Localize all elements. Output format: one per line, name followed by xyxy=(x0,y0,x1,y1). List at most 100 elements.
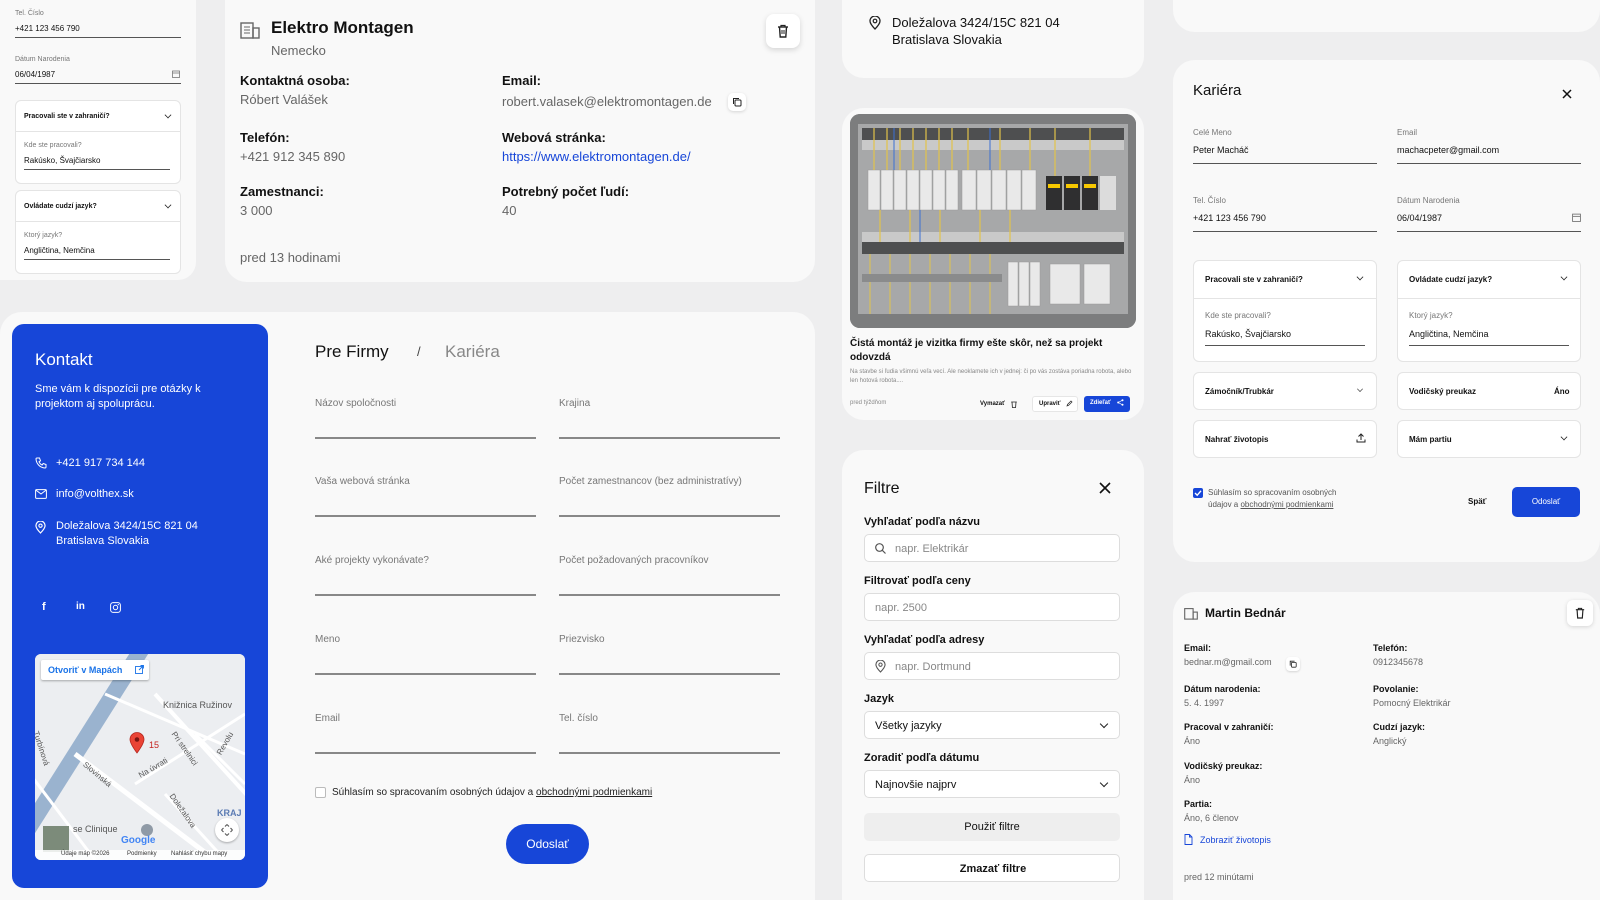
abroad-where-field[interactable]: Rakúsko, Švajčiarsko xyxy=(24,156,100,165)
trash-icon xyxy=(1575,607,1585,619)
delete-article-button[interactable]: Vymazať xyxy=(976,396,1022,412)
contact-value: Róbert Valášek xyxy=(240,92,328,107)
country-input[interactable] xyxy=(559,437,780,439)
article-title[interactable]: Čistá montáž je vizitka firmy ešte skôr,… xyxy=(850,337,1136,365)
address-filter-input[interactable]: napr. Dortmund xyxy=(864,652,1120,680)
phone-input[interactable] xyxy=(559,752,780,754)
license-toggle[interactable]: Vodičský preukaz Áno xyxy=(1397,372,1581,410)
contact-email[interactable]: info@volthex.sk xyxy=(56,488,134,500)
instagram-icon[interactable] xyxy=(110,602,121,613)
back-button[interactable]: Späť xyxy=(1468,497,1487,506)
view-cv-link[interactable]: Zobraziť životopis xyxy=(1200,835,1271,845)
linkedin-icon[interactable]: in xyxy=(76,601,85,612)
map[interactable]: Otvoriť v Mapách Knižnica Ružinov Turbín… xyxy=(35,654,245,860)
location-pin-icon xyxy=(869,16,881,30)
projects-input[interactable] xyxy=(315,594,536,596)
copy-icon xyxy=(1289,660,1297,668)
calendar-icon[interactable] xyxy=(1572,213,1581,222)
pencil-icon xyxy=(1066,400,1073,407)
team-select[interactable]: Mám partiu xyxy=(1397,420,1581,458)
terms-link[interactable]: obchodnými podmienkami xyxy=(536,787,652,798)
web-link[interactable]: https://www.elektromontagen.de/ xyxy=(502,149,691,164)
calendar-icon[interactable] xyxy=(172,70,180,78)
phone-field[interactable]: +421 123 456 790 xyxy=(15,24,80,33)
abroad-where-field[interactable]: Rakúsko, Švajčiarsko xyxy=(1205,329,1291,339)
fullscreen-button[interactable] xyxy=(215,818,239,842)
abroad-question[interactable]: Pracovali ste v zahraničí? xyxy=(1205,275,1303,284)
price-filter-label: Filtrovať podľa ceny xyxy=(864,575,971,587)
employees-count-input[interactable] xyxy=(559,515,780,517)
lang-question[interactable]: Ovládate cudzí jazyk? xyxy=(24,203,97,210)
open-in-maps-button[interactable]: Otvoriť v Mapách xyxy=(41,660,149,680)
website-input[interactable] xyxy=(315,515,536,517)
price-filter-input[interactable]: napr. 2500 xyxy=(864,593,1120,621)
workers-needed-input[interactable] xyxy=(559,594,780,596)
map-footer-terms[interactable]: Podmienky xyxy=(127,851,157,857)
apply-filters-button[interactable]: Použiť filtre xyxy=(864,813,1120,841)
price-filter-placeholder: napr. 2500 xyxy=(875,602,927,614)
contact-address-line2: Bratislava Slovakia xyxy=(56,535,149,547)
consent-checkbox[interactable] xyxy=(315,787,326,798)
contact-phone[interactable]: +421 917 734 144 xyxy=(56,457,145,469)
tab-kariera[interactable]: Kariéra xyxy=(445,342,500,362)
email-label: Email: xyxy=(1184,643,1212,653)
email-input[interactable] xyxy=(315,752,536,754)
close-icon[interactable] xyxy=(1099,482,1111,494)
terms-link[interactable]: obchodnými podmienkami xyxy=(1240,500,1333,509)
copy-email-button[interactable] xyxy=(728,93,746,111)
profession-value: Zámočník/Trubkár xyxy=(1205,387,1274,396)
phone-field[interactable]: +421 123 456 790 xyxy=(1193,213,1266,223)
copy-email-button[interactable] xyxy=(1286,657,1300,671)
name-filter-input[interactable]: napr. Elektrikár xyxy=(864,534,1120,562)
chevron-down-icon[interactable] xyxy=(1356,273,1364,281)
lang-which-field[interactable]: Angličtina, Nemčina xyxy=(24,246,95,255)
chevron-down-icon[interactable] xyxy=(1560,273,1568,281)
delete-button[interactable] xyxy=(1567,600,1593,626)
language-select[interactable]: Všetky jazyky xyxy=(864,711,1120,739)
phone-label: Telefón: xyxy=(240,130,290,145)
map-footer-report[interactable]: Nahlásiť chybu mapy xyxy=(171,851,227,857)
birth-field[interactable]: 06/04/1987 xyxy=(15,70,55,79)
full-name-field[interactable]: Peter Macháč xyxy=(1193,145,1249,155)
edit-article-button[interactable]: Upraviť xyxy=(1032,396,1078,412)
close-icon[interactable] xyxy=(1562,89,1572,99)
consent-checkbox[interactable] xyxy=(1193,488,1203,498)
birth-field[interactable]: 06/04/1987 xyxy=(1397,213,1442,223)
first-name-input[interactable] xyxy=(315,673,536,675)
clear-filters-button[interactable]: Zmazať filtre xyxy=(864,854,1120,882)
lang-box: Ovládate cudzí jazyk? Ktorý jazyk? Angli… xyxy=(15,190,181,274)
delete-button[interactable] xyxy=(766,14,800,48)
sort-select[interactable]: Najnovšie najprv xyxy=(864,770,1120,798)
share-icon xyxy=(1117,399,1124,406)
expand-icon xyxy=(221,824,233,836)
lang-which-field[interactable]: Angličtina, Nemčina xyxy=(1409,329,1489,339)
company-name-input[interactable] xyxy=(315,437,536,439)
submit-button[interactable]: Odoslať xyxy=(1512,487,1580,517)
submit-label: Odoslať xyxy=(526,837,569,851)
chevron-down-icon[interactable] xyxy=(164,111,172,119)
tab-pre-firmy[interactable]: Pre Firmy xyxy=(315,342,389,362)
trash-icon xyxy=(1011,400,1017,408)
map-marker-icon[interactable] xyxy=(129,732,145,754)
share-article-button[interactable]: Zdieľať xyxy=(1084,396,1130,412)
map-footer-data: Údaje máp ©2026 xyxy=(61,851,110,857)
career-modal: Kariéra Celé Meno Peter Macháč Email mac… xyxy=(1173,60,1600,562)
submit-button[interactable]: Odoslať xyxy=(506,824,589,864)
consent-text: Súhlasím so spracovaním osobných údajov … xyxy=(1208,487,1358,511)
filters-card: Filtre Vyhľadať podľa názvu napr. Elektr… xyxy=(842,450,1144,900)
abroad-question[interactable]: Pracovali ste v zahraničí? xyxy=(24,113,110,120)
delete-label: Vymazať xyxy=(980,401,1005,407)
lang-question[interactable]: Ovládate cudzí jazyk? xyxy=(1409,275,1492,284)
address-card: Doležalova 3424/15C 821 04 Bratislava Sl… xyxy=(842,0,1144,78)
birth-value: 5. 4. 1997 xyxy=(1184,698,1225,708)
profession-select[interactable]: Zámočník/Trubkár xyxy=(1193,372,1377,410)
job-value: Pomocný Elektrikár xyxy=(1373,698,1451,708)
career-title: Kariéra xyxy=(1193,82,1242,99)
upload-cv-button[interactable]: Nahrať životopis xyxy=(1193,420,1377,458)
last-name-input[interactable] xyxy=(559,673,780,675)
tab-separator: / xyxy=(417,344,421,359)
website-label: Vaša webová stránka xyxy=(315,476,410,487)
facebook-icon[interactable]: f xyxy=(42,601,46,613)
email-field[interactable]: machacpeter@gmail.com xyxy=(1397,145,1499,155)
chevron-down-icon[interactable] xyxy=(164,201,172,209)
